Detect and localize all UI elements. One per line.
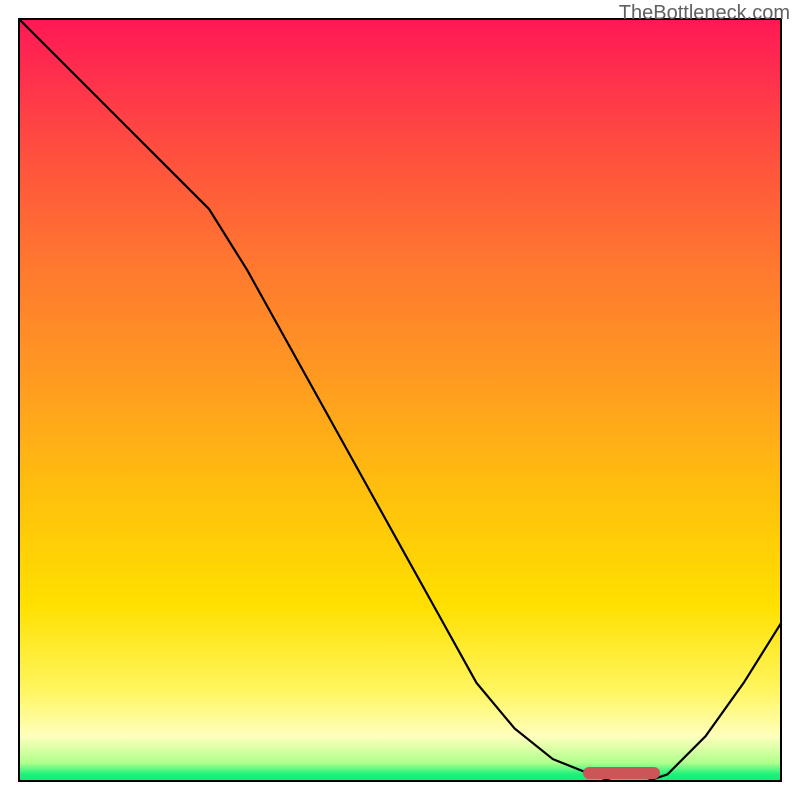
optimal-range-marker xyxy=(583,767,659,779)
bottleneck-curve xyxy=(18,18,782,782)
chart-area xyxy=(18,18,782,782)
watermark-text: TheBottleneck.com xyxy=(619,2,790,25)
curve-path xyxy=(18,18,782,782)
